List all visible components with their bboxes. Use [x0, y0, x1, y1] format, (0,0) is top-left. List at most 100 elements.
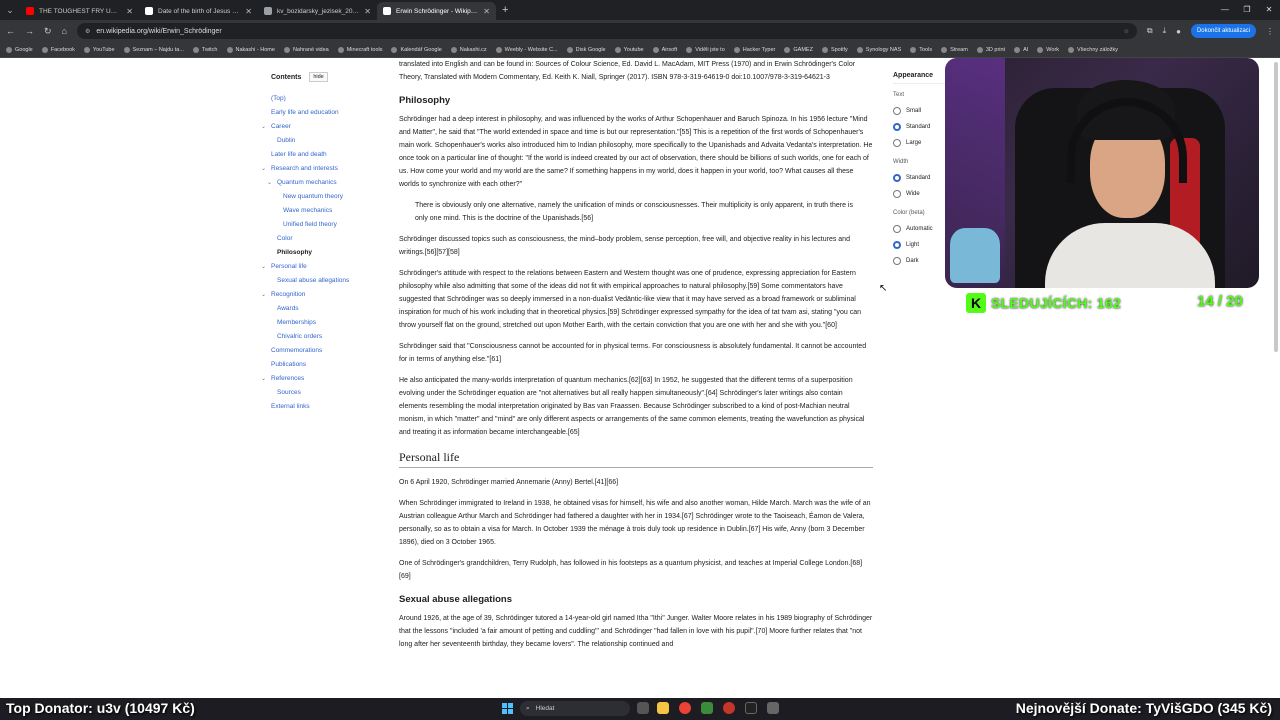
windows-start-icon[interactable] — [502, 703, 513, 714]
toc-item[interactable]: Awards — [260, 302, 380, 316]
appearance-option[interactable]: Light — [893, 237, 953, 253]
bookmark-item[interactable]: Weebly - Website C... — [495, 46, 558, 53]
minecraft-icon[interactable] — [701, 702, 713, 714]
toc-item[interactable]: Color — [260, 232, 380, 246]
appearance-option[interactable]: Wide — [893, 186, 953, 202]
chevron-down-icon[interactable]: ⌄ — [261, 120, 266, 134]
toc-item[interactable]: Publications — [260, 358, 380, 372]
appearance-option[interactable]: Standard — [893, 170, 953, 186]
toc-item[interactable]: ⌄ Quantum mechanics — [260, 176, 380, 190]
bookmark-item[interactable]: Facebook — [41, 46, 75, 53]
tab-search-icon[interactable]: ⌄ — [0, 0, 20, 20]
bookmark-item[interactable]: Stream — [941, 46, 968, 53]
bookmark-item[interactable]: Disk Google — [566, 46, 606, 53]
appearance-option[interactable]: Standard — [893, 119, 953, 135]
browser-tab[interactable]: Erwin Schrödinger - Wikipedia ✕ — [377, 2, 496, 20]
new-tab-button[interactable]: + — [502, 4, 508, 16]
bookmark-item[interactable]: Airsoft — [652, 46, 677, 53]
reload-icon[interactable]: ↻ — [44, 26, 52, 37]
toc-item[interactable]: ⌄ Recognition — [260, 288, 380, 302]
bookmark-item[interactable]: Kalendář Google — [391, 46, 442, 53]
browser-tab[interactable]: kv_bozidarsky_jezisek_2010073 ✕ — [258, 2, 377, 20]
bookmark-item[interactable]: Spotify — [821, 46, 848, 53]
appearance-option[interactable]: Large — [893, 135, 953, 151]
toc-item[interactable]: Memberships — [260, 316, 380, 330]
profile-avatar[interactable]: ● — [1176, 27, 1181, 36]
file-explorer-icon[interactable] — [657, 702, 669, 714]
chrome-icon[interactable] — [679, 702, 691, 714]
extensions-icon[interactable]: ⧉ — [1147, 26, 1153, 36]
toc-item[interactable]: Later life and death — [260, 148, 380, 162]
toc-item[interactable]: Wave mechanics — [260, 204, 380, 218]
close-tab-icon[interactable]: ✕ — [245, 7, 252, 16]
download-icon[interactable]: ⤓ — [1163, 26, 1167, 36]
radio-button[interactable] — [893, 139, 901, 147]
bookmark-item[interactable]: Nakashi - Home — [226, 46, 275, 53]
bookmark-item[interactable]: Nakashi.cz — [450, 46, 487, 53]
toc-item[interactable]: Dublin — [260, 134, 380, 148]
toc-hide-button[interactable]: hide — [309, 72, 328, 82]
toc-item[interactable]: (Top) — [260, 92, 380, 106]
bookmark-item[interactable]: Seznam – Najdu ta... — [123, 46, 184, 53]
bookmark-item[interactable]: Twitch — [192, 46, 218, 53]
toc-item[interactable]: ⌄ Career — [260, 120, 380, 134]
toc-item[interactable]: Commemorations — [260, 344, 380, 358]
bookmark-item[interactable]: 3D print — [976, 46, 1005, 53]
bookmark-item[interactable]: AI — [1014, 46, 1028, 53]
toc-item[interactable]: Philosophy — [260, 246, 380, 260]
close-window-icon[interactable]: ✕ — [1258, 0, 1280, 20]
taskbar-search[interactable]: ⌕ Hledat — [520, 701, 630, 716]
chevron-down-icon[interactable]: ⌄ — [261, 372, 266, 386]
radio-button[interactable] — [893, 174, 901, 182]
back-icon[interactable]: ← — [6, 26, 15, 36]
forward-icon[interactable]: → — [25, 26, 34, 36]
appearance-option[interactable]: Dark — [893, 253, 953, 269]
bookmark-item[interactable]: Synology NAS — [856, 46, 901, 53]
toc-item[interactable]: ⌄ Research and interests — [260, 162, 380, 176]
close-tab-icon[interactable]: ✕ — [483, 7, 490, 16]
chevron-down-icon[interactable]: ⌄ — [261, 260, 266, 274]
toc-item[interactable]: External links — [260, 400, 380, 414]
bookmark-star-icon[interactable]: ☆ — [1123, 28, 1128, 35]
chevron-down-icon[interactable]: ⌄ — [261, 162, 266, 176]
toc-item[interactable]: Unified field theory — [260, 218, 380, 232]
toc-item[interactable]: Sources — [260, 386, 380, 400]
menu-icon[interactable]: ⋮ — [1266, 27, 1274, 36]
bookmark-item[interactable]: Viděli jste to — [686, 46, 725, 53]
toc-item[interactable]: Early life and education — [260, 106, 380, 120]
settings-icon[interactable] — [767, 702, 779, 714]
bookmark-item[interactable]: GAMEZ — [784, 46, 813, 53]
appearance-option[interactable]: Automatic — [893, 221, 953, 237]
app-icon[interactable] — [723, 702, 735, 714]
chevron-down-icon[interactable]: ⌄ — [261, 288, 266, 302]
radio-button[interactable] — [893, 225, 901, 233]
chevron-down-icon[interactable]: ⌄ — [267, 176, 272, 190]
update-button[interactable]: Dokončit aktualizaci — [1190, 24, 1256, 38]
radio-button[interactable] — [893, 257, 901, 265]
close-tab-icon[interactable]: ✕ — [126, 7, 133, 16]
toc-item[interactable]: Sexual abuse allegations — [260, 274, 380, 288]
radio-button[interactable] — [893, 123, 901, 131]
bookmark-item[interactable]: Work — [1037, 46, 1059, 53]
appearance-option[interactable]: Small — [893, 103, 953, 119]
bookmark-item[interactable]: Tools — [910, 46, 932, 53]
task-view-icon[interactable] — [637, 702, 649, 714]
obs-icon[interactable] — [745, 702, 757, 714]
toc-item[interactable]: ⌄ References — [260, 372, 380, 386]
site-info-icon[interactable]: ⚙ — [85, 28, 90, 35]
toc-item[interactable]: Chivalric orders — [260, 330, 380, 344]
bookmark-item[interactable]: YouTube — [83, 46, 115, 53]
maximize-icon[interactable]: ❐ — [1236, 0, 1258, 20]
toc-item[interactable]: ⌄ Personal life — [260, 260, 380, 274]
bookmark-item[interactable]: Youtube — [614, 46, 644, 53]
home-icon[interactable]: ⌂ — [62, 26, 67, 36]
minimize-icon[interactable]: — — [1214, 0, 1236, 20]
radio-button[interactable] — [893, 107, 901, 115]
bookmark-item[interactable]: Google — [6, 46, 33, 53]
bookmark-item[interactable]: Všechny záložky — [1068, 46, 1118, 53]
bookmark-item[interactable]: Minecraft tools — [337, 46, 382, 53]
toc-item[interactable]: New quantum theory — [260, 190, 380, 204]
bookmark-item[interactable]: Nahrané videa — [283, 46, 329, 53]
url-field[interactable]: ⚙ en.wikipedia.org/wiki/Erwin_Schrödinge… — [76, 23, 1137, 39]
browser-tab[interactable]: Date of the birth of Jesus - Wik ✕ — [139, 2, 258, 20]
